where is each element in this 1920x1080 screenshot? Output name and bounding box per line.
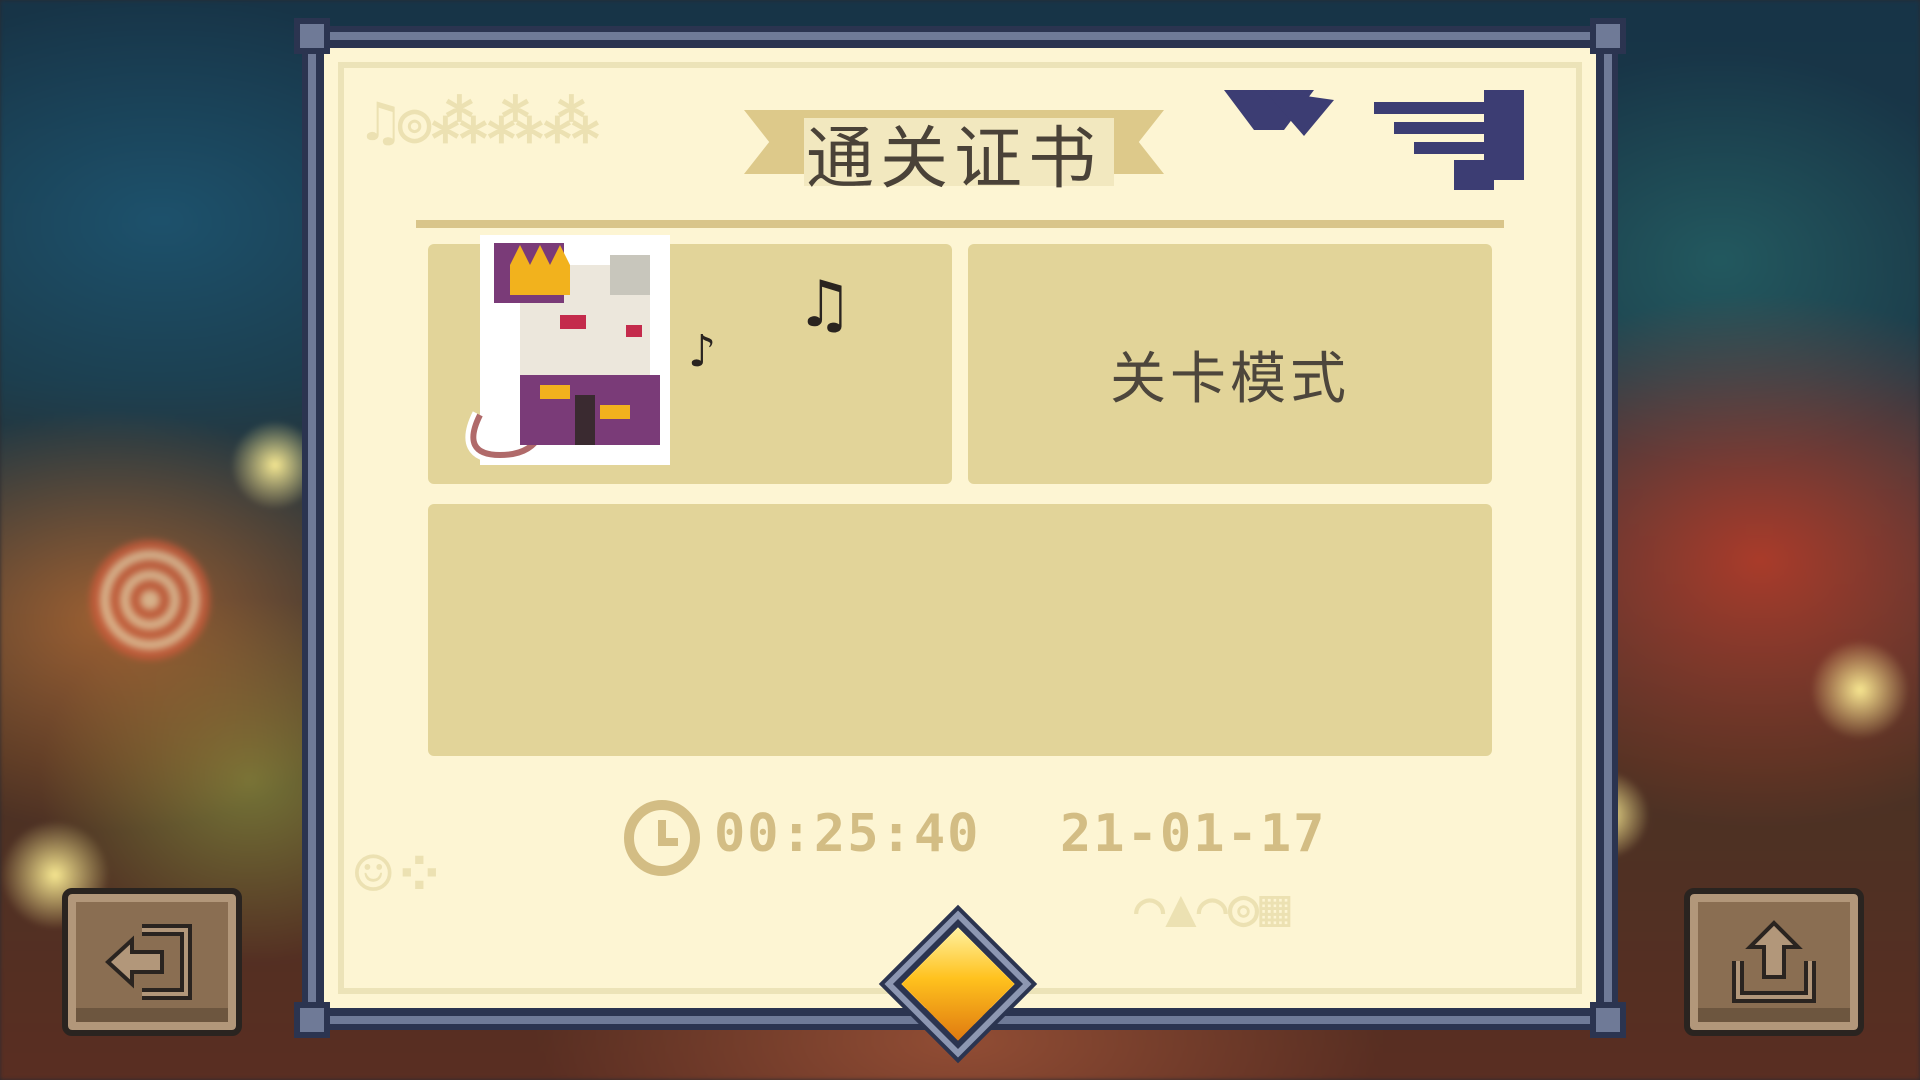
certificate-title: 通关证书 xyxy=(805,120,1102,199)
frame-corner xyxy=(294,18,330,54)
frame-corner xyxy=(1590,1002,1626,1038)
clear-date: 21-01-17 xyxy=(1060,804,1327,864)
clear-time: 00:25:40 xyxy=(714,804,981,864)
detail-box xyxy=(428,504,1492,756)
frame-corner xyxy=(1590,18,1626,54)
frame-corner xyxy=(294,1002,330,1038)
share-button[interactable] xyxy=(1684,888,1864,1036)
exit-icon xyxy=(105,924,192,1000)
certificate-panel: ♫◎⁂⁂⁂ ☺⁘ ⌒▲⌒◎▦ 通关证书 关卡模式 00:25:40 21-01-… xyxy=(294,18,1626,1041)
decorative-pattern: ♫◎⁂⁂⁂ xyxy=(364,90,600,155)
decorative-pattern: ☺⁘ xyxy=(354,838,447,912)
wing-emblem-icon xyxy=(1224,90,1524,190)
clock-icon xyxy=(624,800,700,876)
share-icon xyxy=(1732,920,1816,1003)
mode-label: 关卡模式 xyxy=(1110,347,1350,412)
mode-box: 关卡模式 xyxy=(968,244,1492,484)
music-notes-icon: ♫ xyxy=(796,268,854,342)
exit-button[interactable] xyxy=(62,888,242,1036)
decorative-pattern: ⌒▲⌒◎▦ xyxy=(1134,878,1291,938)
music-note-icon: ♪ xyxy=(688,326,717,377)
